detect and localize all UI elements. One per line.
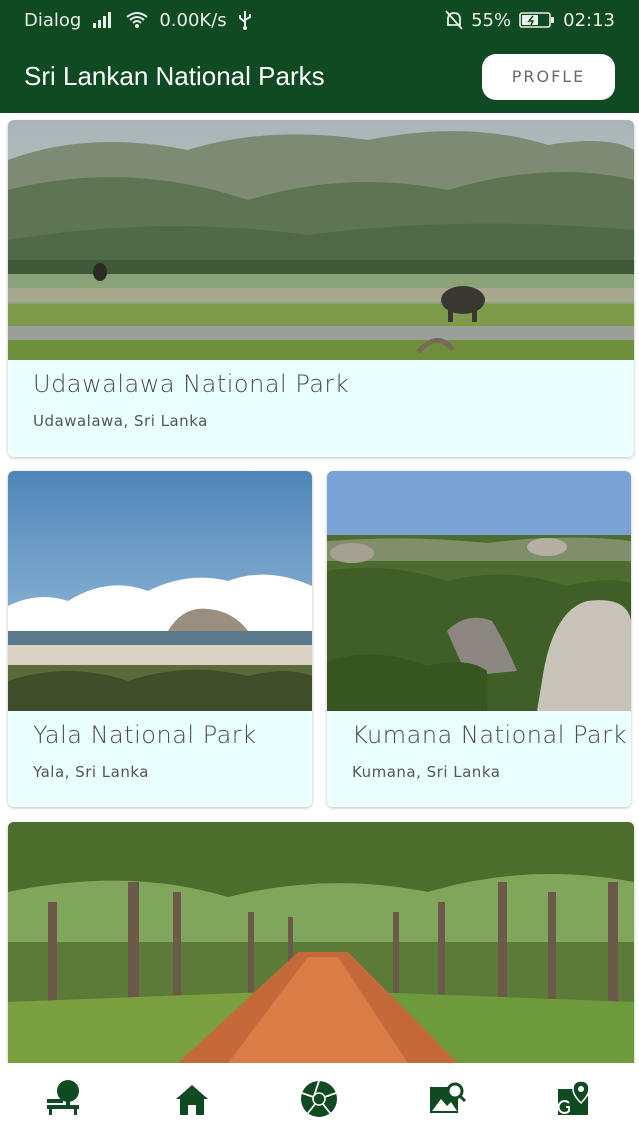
nav-home[interactable]: [162, 1069, 222, 1129]
park-photo-forest: [8, 822, 634, 1063]
park-name: Yala National Park: [33, 721, 257, 749]
home-icon: [175, 1085, 208, 1115]
status-bar: Dialog 0.00K/s 55% 02:13: [0, 0, 639, 40]
carrier-label: Dialog: [24, 9, 82, 31]
network-speed: 0.00K/s: [159, 9, 227, 31]
park-photo-yala: [8, 471, 312, 711]
park-location: Udawalawa, Sri Lanka: [33, 412, 208, 430]
usb-icon: [238, 11, 251, 30]
map-location-icon: [557, 1080, 590, 1115]
nav-map[interactable]: [545, 1069, 605, 1129]
camera-shutter-icon: [301, 1080, 338, 1117]
park-location: Yala, Sri Lanka: [33, 763, 149, 781]
park-list[interactable]: Udawalawa National Park Udawalawa, Sri L…: [0, 113, 639, 1063]
image-search-icon: [430, 1082, 467, 1113]
park-card-kumana[interactable]: Kumana National Park Kumana, Sri Lanka: [327, 471, 631, 807]
bottom-navigation: [0, 1063, 639, 1135]
bell-off-icon: [445, 10, 463, 30]
park-location: Kumana, Sri Lanka: [352, 763, 501, 781]
park-name: Kumana National Park: [352, 721, 627, 749]
park-photo-kumana: [327, 471, 631, 711]
battery-charging-icon: [519, 12, 555, 28]
park-bench-icon: [46, 1080, 79, 1115]
nav-camera[interactable]: [289, 1069, 349, 1129]
wifi-icon: [126, 12, 148, 28]
nav-gallery[interactable]: [417, 1069, 477, 1129]
clock: 02:13: [563, 9, 615, 31]
park-card-forest[interactable]: [8, 822, 634, 1063]
battery-percent: 55%: [471, 9, 512, 31]
park-name: Udawalawa National Park: [33, 370, 350, 398]
park-card-yala[interactable]: Yala National Park Yala, Sri Lanka: [8, 471, 312, 807]
nav-parks[interactable]: [34, 1069, 94, 1129]
app-bar: Sri Lankan National Parks PROFLE: [0, 40, 639, 113]
park-photo-udawalawa: [8, 120, 634, 360]
park-card-udawalawa[interactable]: Udawalawa National Park Udawalawa, Sri L…: [8, 120, 634, 457]
profile-button[interactable]: PROFLE: [482, 53, 615, 100]
app-title: Sri Lankan National Parks: [24, 61, 325, 91]
signal-icon: [93, 12, 112, 28]
